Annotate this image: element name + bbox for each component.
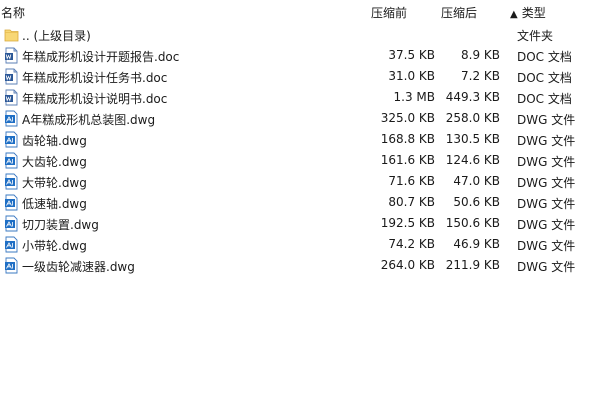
compressed-size: 7.2 KB (461, 69, 500, 83)
doc-file-icon (5, 89, 18, 106)
column-header-row: 名称 压缩前 压缩后 ▲ 类型 (0, 0, 605, 25)
file-name: 年糕成形机设计开题报告.doc (22, 50, 180, 64)
file-name: 齿轮轴.dwg (22, 134, 87, 148)
column-header-type-label: 类型 (521, 6, 546, 20)
doc-file-icon (5, 68, 18, 85)
list-item[interactable]: 低速轴.dwg 80.7 KB 50.6 KB DWG 文件 (0, 192, 605, 213)
file-name: 大带轮.dwg (22, 176, 87, 190)
list-item[interactable]: A年糕成形机总装图.dwg 325.0 KB 258.0 KB DWG 文件 (0, 108, 605, 129)
original-size: 80.7 KB (388, 195, 435, 209)
list-item[interactable]: 小带轮.dwg 74.2 KB 46.9 KB DWG 文件 (0, 234, 605, 255)
file-type: 文件夹 (517, 29, 554, 43)
compressed-size: 124.6 KB (445, 153, 500, 167)
list-item[interactable]: 大齿轮.dwg 161.6 KB 124.6 KB DWG 文件 (0, 150, 605, 171)
original-size: 74.2 KB (388, 237, 435, 251)
file-name: 年糕成形机设计任务书.doc (22, 71, 168, 85)
list-item[interactable]: 切刀装置.dwg 192.5 KB 150.6 KB DWG 文件 (0, 213, 605, 234)
dwg-file-icon (5, 131, 18, 148)
file-type: DWG 文件 (517, 218, 576, 232)
file-name: 切刀装置.dwg (22, 218, 99, 232)
list-item[interactable]: 年糕成形机设计说明书.doc 1.3 MB 449.3 KB DOC 文档 (0, 87, 605, 108)
column-header-type[interactable]: ▲ 类型 (510, 4, 546, 21)
compressed-size: 449.3 KB (445, 90, 500, 104)
dwg-file-icon (5, 194, 18, 211)
dwg-file-icon (5, 236, 18, 253)
file-name: 年糕成形机设计说明书.doc (22, 92, 168, 106)
folder-icon (4, 29, 19, 42)
list-item[interactable]: 大带轮.dwg 71.6 KB 47.0 KB DWG 文件 (0, 171, 605, 192)
compressed-size: 211.9 KB (445, 258, 500, 272)
file-type: DWG 文件 (517, 197, 576, 211)
file-type: DOC 文档 (517, 50, 572, 64)
column-header-original-size[interactable]: 压缩前 (371, 4, 407, 21)
sort-ascending-icon: ▲ (510, 9, 518, 20)
dwg-file-icon (5, 152, 18, 169)
list-item[interactable]: 齿轮轴.dwg 168.8 KB 130.5 KB DWG 文件 (0, 129, 605, 150)
file-name: 低速轴.dwg (22, 197, 87, 211)
list-item[interactable]: 一级齿轮减速器.dwg 264.0 KB 211.9 KB DWG 文件 (0, 255, 605, 276)
file-type: DWG 文件 (517, 155, 576, 169)
file-type: DWG 文件 (517, 239, 576, 253)
file-type: DWG 文件 (517, 113, 576, 127)
file-name: A年糕成形机总装图.dwg (22, 113, 156, 127)
original-size: 37.5 KB (388, 48, 435, 62)
list-item[interactable]: .. (上级目录) 文件夹 (0, 24, 605, 45)
file-name: 一级齿轮减速器.dwg (22, 260, 135, 274)
original-size: 71.6 KB (388, 174, 435, 188)
compressed-size: 150.6 KB (445, 216, 500, 230)
file-name: .. (上级目录) (22, 29, 91, 43)
list-item[interactable]: 年糕成形机设计任务书.doc 31.0 KB 7.2 KB DOC 文档 (0, 66, 605, 87)
file-type: DOC 文档 (517, 71, 572, 85)
original-size: 161.6 KB (380, 153, 435, 167)
original-size: 168.8 KB (380, 132, 435, 146)
dwg-file-icon (5, 215, 18, 232)
compressed-size: 130.5 KB (445, 132, 500, 146)
file-list: .. (上级目录) 文件夹 年糕成形机设计开题报告.doc 37.5 KB 8.… (0, 24, 605, 276)
dwg-file-icon (5, 173, 18, 190)
doc-file-icon (5, 47, 18, 64)
file-type: DWG 文件 (517, 134, 576, 148)
compressed-size: 258.0 KB (445, 111, 500, 125)
original-size: 325.0 KB (380, 111, 435, 125)
dwg-file-icon (5, 257, 18, 274)
file-type: DWG 文件 (517, 176, 576, 190)
column-header-compressed-size[interactable]: 压缩后 (441, 4, 477, 21)
file-type: DOC 文档 (517, 92, 572, 106)
file-name: 大齿轮.dwg (22, 155, 87, 169)
original-size: 1.3 MB (393, 90, 435, 104)
compressed-size: 46.9 KB (453, 237, 500, 251)
original-size: 31.0 KB (388, 69, 435, 83)
column-header-name[interactable]: 名称 (1, 4, 25, 21)
list-item[interactable]: 年糕成形机设计开题报告.doc 37.5 KB 8.9 KB DOC 文档 (0, 45, 605, 66)
compressed-size: 47.0 KB (453, 174, 500, 188)
original-size: 264.0 KB (380, 258, 435, 272)
compressed-size: 50.6 KB (453, 195, 500, 209)
dwg-file-icon (5, 110, 18, 127)
compressed-size: 8.9 KB (461, 48, 500, 62)
file-type: DWG 文件 (517, 260, 576, 274)
original-size: 192.5 KB (380, 216, 435, 230)
file-name: 小带轮.dwg (22, 239, 87, 253)
